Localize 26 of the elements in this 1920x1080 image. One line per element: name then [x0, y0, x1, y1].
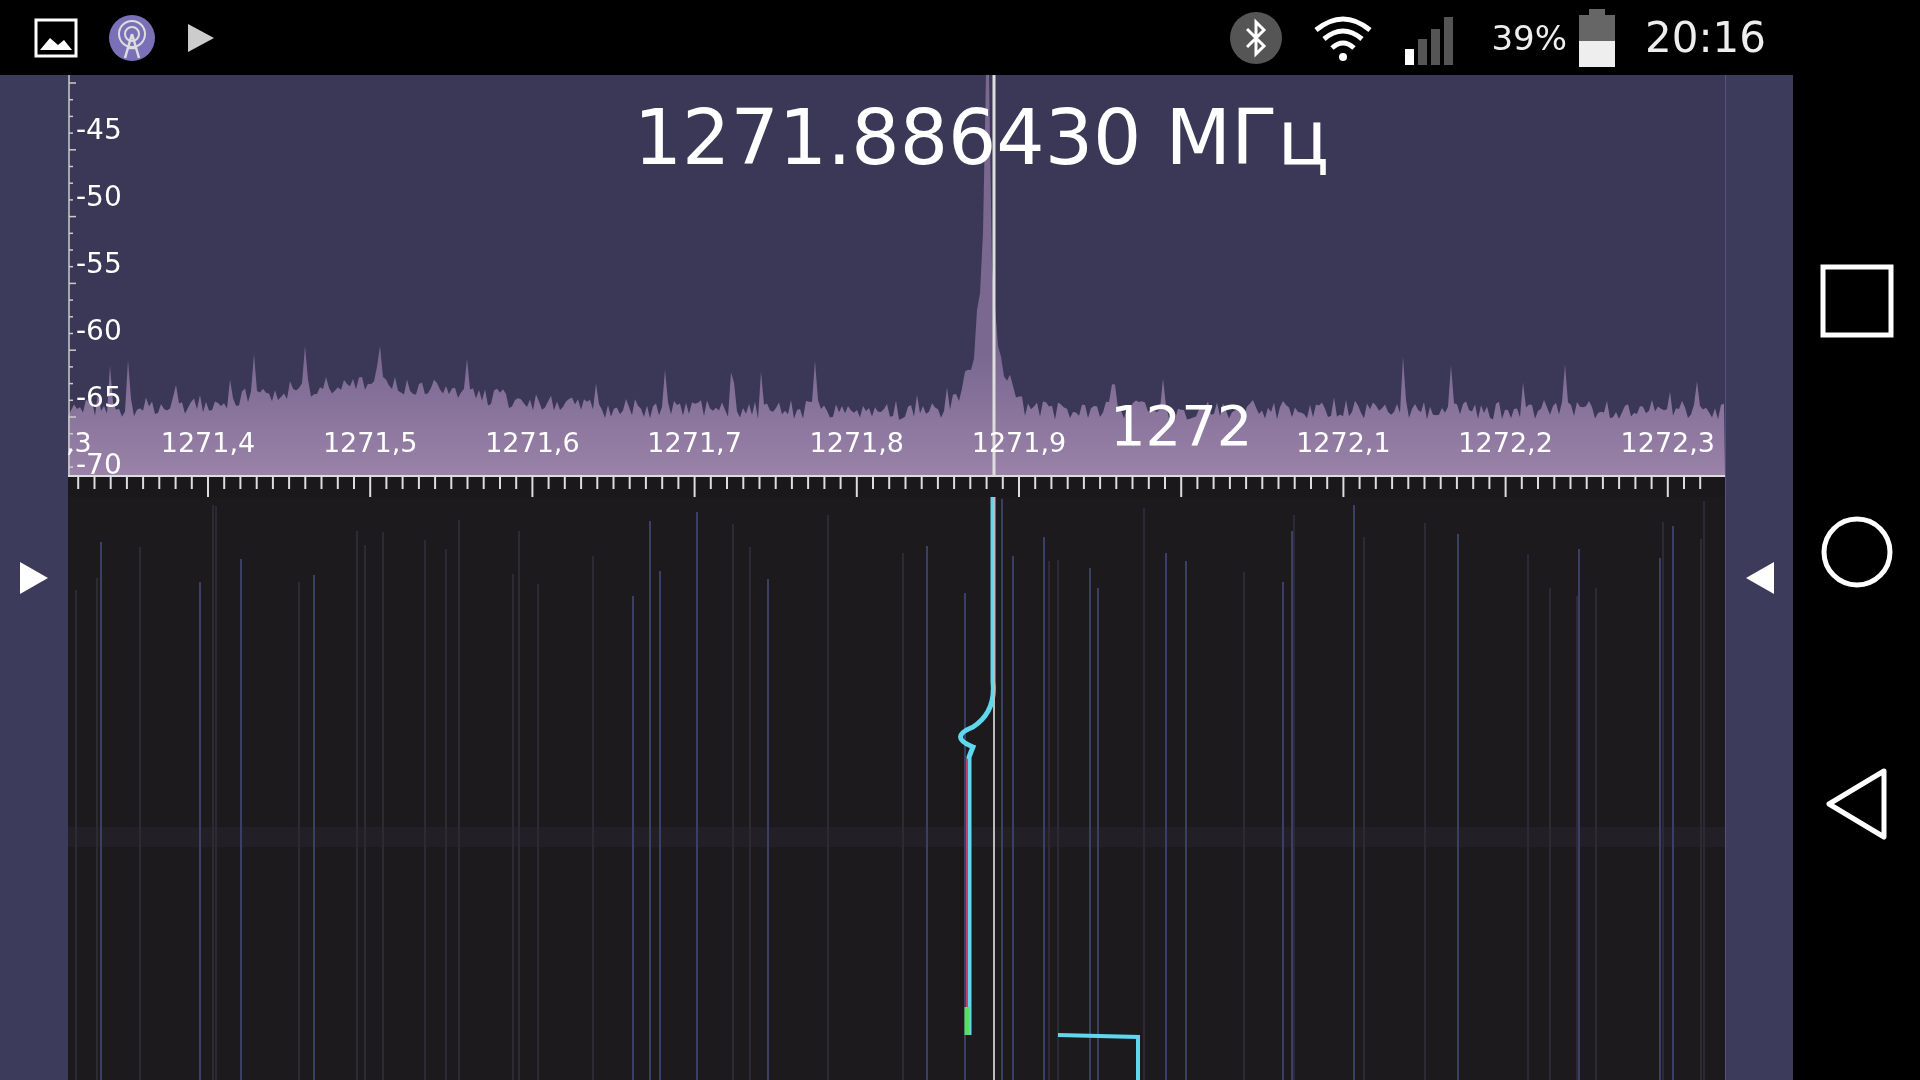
y-axis-label: -50 [76, 180, 122, 213]
antenna-icon[interactable] [108, 13, 156, 62]
home-button[interactable] [1819, 515, 1894, 590]
frequency-label: 1271,4 [160, 427, 256, 458]
frequency-label: 1271,8 [809, 427, 905, 458]
back-button[interactable] [1823, 767, 1890, 842]
bluetooth-icon [1229, 10, 1284, 65]
frequency-label: 1271,5 [322, 427, 418, 458]
frequency-label: 1271,7 [647, 427, 742, 458]
battery-percent: 39% [1491, 17, 1567, 58]
expand-arrow-icon[interactable] [18, 559, 50, 596]
y-axis-label: -55 [76, 247, 122, 280]
wifi-icon [1313, 13, 1374, 62]
frequency-label: 1272,1 [1296, 427, 1391, 458]
recents-button[interactable] [1819, 263, 1894, 338]
frequency-label: 1272,2 [1458, 427, 1553, 458]
y-axis-label: -60 [76, 314, 122, 347]
clock: 20:16 [1644, 13, 1766, 62]
battery-icon [1578, 8, 1615, 67]
y-axis-label: -65 [76, 381, 122, 414]
image-icon[interactable] [34, 17, 78, 58]
play-icon[interactable] [186, 21, 216, 54]
y-axis-label: -45 [76, 113, 122, 146]
frequency-label: 1272 [1109, 393, 1253, 458]
frequency-label: 1271,6 [485, 427, 580, 458]
frequency-label: 1272,3 [1620, 427, 1716, 458]
